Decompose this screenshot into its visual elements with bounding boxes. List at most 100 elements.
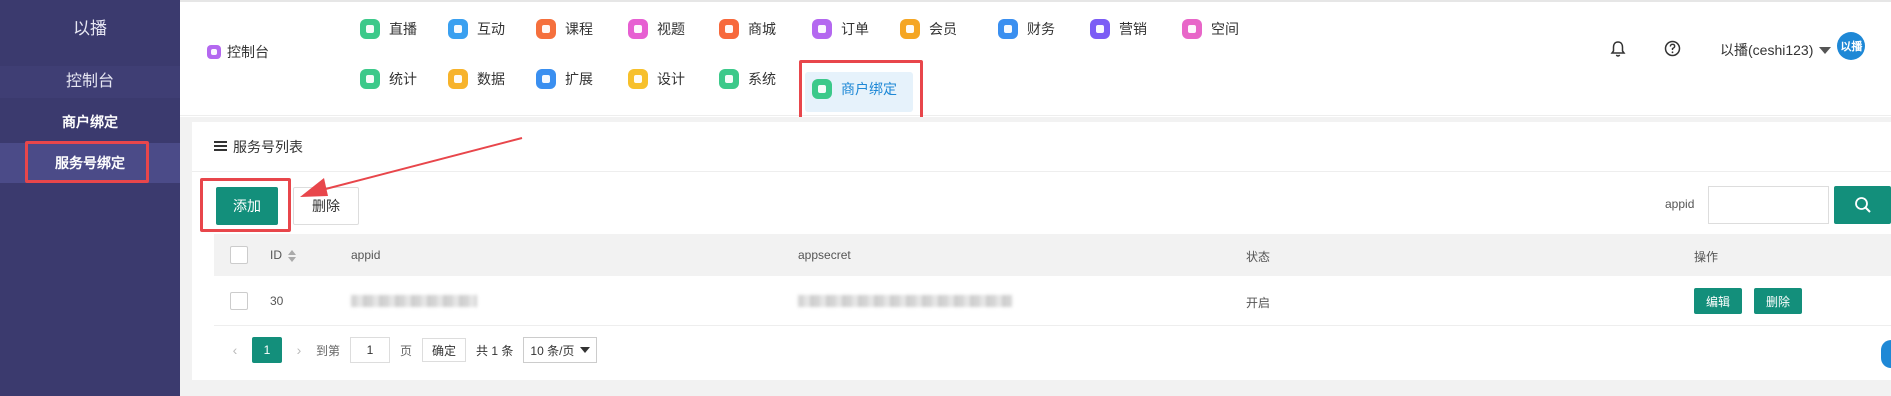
page-size-select[interactable]: 10 条/页 [523,337,598,363]
goto-label: 到第 [316,343,341,358]
nav-item-label: 营销 [1119,21,1147,37]
nav-item-label: 直播 [389,21,417,37]
finance-icon [998,19,1018,39]
extend-icon [536,69,556,89]
nav-item-marketing[interactable]: 营销 [1090,14,1147,44]
page-size-value: 10 条/页 [530,343,575,358]
sort-icon[interactable] [288,249,296,262]
nav-item-interact[interactable]: 互动 [448,14,505,44]
nav-item-label: 扩展 [565,71,593,87]
chevron-down-icon [580,347,591,353]
user-name: 以播(ceshi123) [1720,42,1814,58]
help-button[interactable] [1664,40,1681,57]
nav-item-label: 课程 [565,21,593,37]
prev-page-icon[interactable]: ‹ [228,342,242,358]
nav-item-data[interactable]: 数据 [448,64,505,94]
member-icon [900,19,920,39]
goto-page-input[interactable]: 1 [350,337,391,363]
console-icon [207,45,221,59]
nav-item-label: 控制台 [227,44,269,60]
total-count: 共 1 条 [476,343,514,358]
space-icon [1182,19,1202,39]
shop-icon [719,19,739,39]
next-page-icon[interactable]: › [292,342,306,358]
column-status: 状态 [1246,250,1271,264]
nav-item-live[interactable]: 直播 [360,14,417,44]
appid-search-input[interactable] [1708,186,1829,224]
user-menu[interactable]: 以播(ceshi123) 以播 [1720,32,1866,60]
nav-item-course[interactable]: 课程 [536,14,593,44]
select-all-checkbox[interactable] [230,246,248,264]
cell-appsecret-redacted [798,295,1012,307]
video-icon [628,19,648,39]
caret-down-icon [1819,46,1832,54]
column-actions: 操作 [1694,250,1719,264]
nav-item-shop[interactable]: 商城 [719,14,776,44]
row-delete-button[interactable]: 删除 [1754,288,1803,314]
table-row: 30 开启 编辑 删除 [214,276,1891,326]
data-icon [448,69,468,89]
nav-item-label: 视题 [657,21,685,37]
panel-title: 服务号列表 [233,138,303,155]
nav-item-label: 订单 [841,21,869,37]
cell-status: 开启 [1246,296,1271,310]
highlight-box-add [200,178,291,232]
system-icon [719,69,739,89]
nav-item-label: 会员 [929,21,957,37]
nav-item-label: 系统 [748,71,776,87]
goto-confirm-button[interactable]: 确定 [422,338,467,362]
column-appsecret: appsecret [798,248,851,262]
page-current[interactable]: 1 [252,337,282,363]
live-icon [360,19,380,39]
nav-item-console[interactable]: 控制台 [207,42,269,62]
annotation-arrow [300,137,523,197]
cell-id: 30 [270,294,284,308]
search-button[interactable] [1834,186,1891,224]
nav-item-design[interactable]: 设计 [628,64,685,94]
nav-item-order[interactable]: 订单 [812,14,869,44]
sidebar-brand[interactable]: 以播 [0,14,180,39]
course-icon [536,19,556,39]
row-checkbox[interactable] [230,292,248,310]
top-navbar: 控制台 直播 互动 课程 视题 商城 订单 会员 财务 营销 空间 统计 数据 … [180,0,1891,124]
nav-item-label: 数据 [477,71,505,87]
stats-icon [360,69,380,89]
nav-item-label: 统计 [389,71,417,87]
nav-item-stats[interactable]: 统计 [360,64,417,94]
list-icon [214,141,227,152]
column-id-label: ID [270,248,282,262]
nav-item-label: 商城 [748,21,776,37]
sidebar-item-console[interactable]: 控制台 [0,66,180,98]
nav-item-member[interactable]: 会员 [900,14,957,44]
nav-item-label: 空间 [1211,21,1239,37]
search-label: appid [1665,197,1695,211]
highlight-box-sidebar [25,141,149,183]
sidebar-group-merchant-bind: 商户绑定 [62,114,118,130]
notification-button[interactable] [1610,40,1626,58]
nav-item-space[interactable]: 空间 [1182,14,1239,44]
avatar[interactable]: 以播 [1837,32,1866,60]
nav-item-label: 财务 [1027,21,1055,37]
edit-button[interactable]: 编辑 [1694,288,1743,314]
table-header: ID appid appsecret 状态 操作 [214,234,1891,276]
nav-item-label: 互动 [477,21,505,37]
floating-service-icon[interactable] [1881,340,1891,368]
order-icon [812,19,832,39]
nav-item-extend[interactable]: 扩展 [536,64,593,94]
bell-icon [1610,41,1626,57]
marketing-icon [1090,19,1110,39]
page-unit-label: 页 [400,343,413,358]
nav-item-video[interactable]: 视题 [628,14,685,44]
sidebar: 以播 控制台 商户绑定 服务号绑定 [0,0,180,396]
pagination: ‹ 1 › 到第 1 页 确定 共 1 条 10 条/页 [228,337,598,363]
column-id[interactable]: ID [270,248,296,262]
help-icon [1664,40,1681,57]
chat-icon [448,19,468,39]
search-icon [1854,197,1871,213]
highlight-box-nav [799,60,923,124]
nav-item-finance[interactable]: 财务 [998,14,1055,44]
nav-item-label: 设计 [657,71,685,87]
design-icon [628,69,648,89]
cell-appid-redacted [351,295,477,307]
nav-item-system[interactable]: 系统 [719,64,776,94]
